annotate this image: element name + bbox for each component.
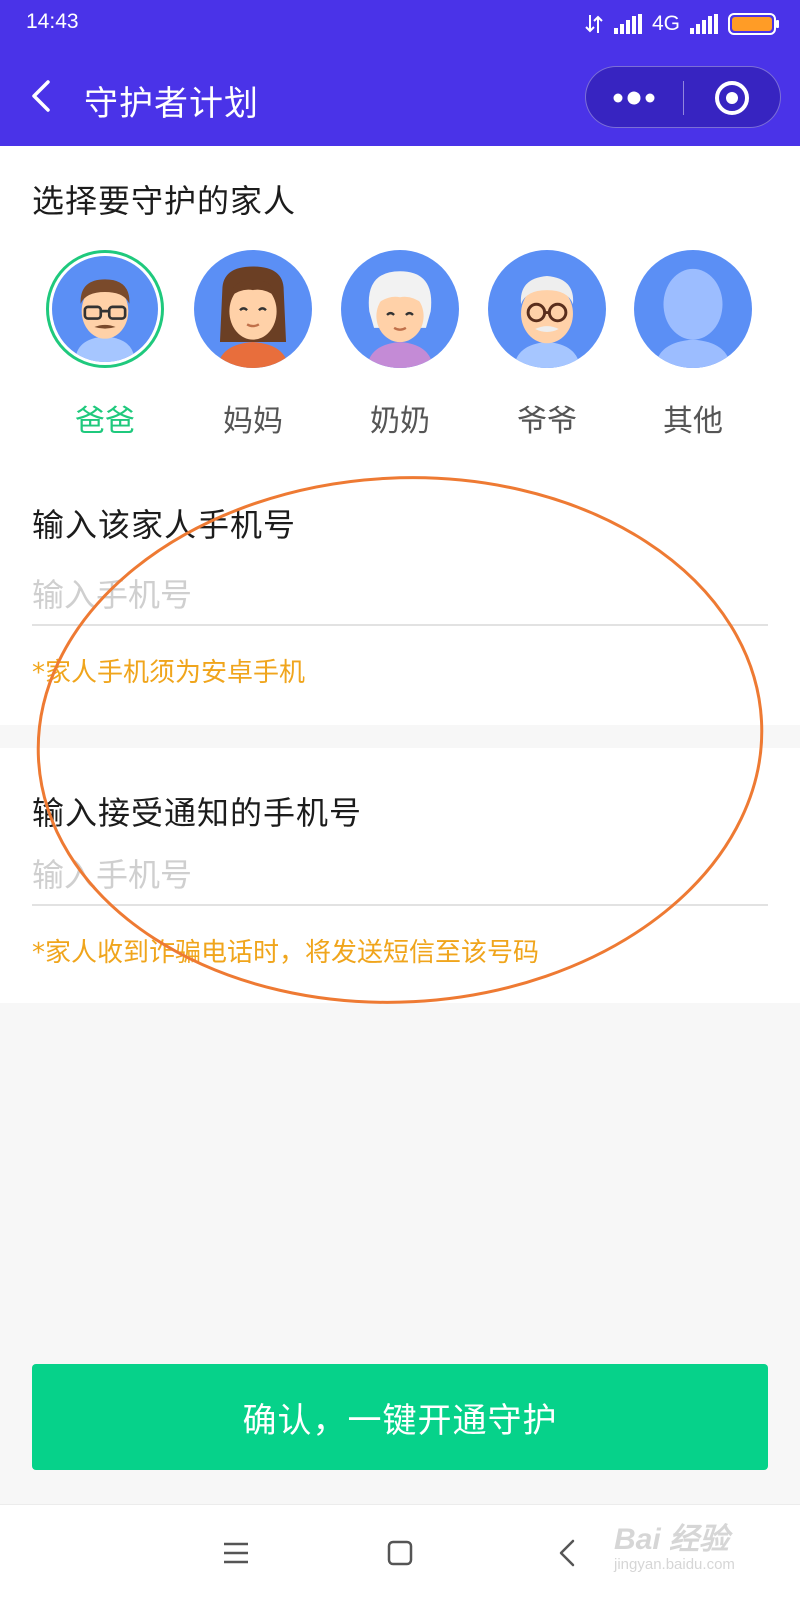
avatar-ring [194, 250, 312, 368]
avatar-name: 爸爸 [75, 404, 135, 439]
avatar-item-dad[interactable]: 爸爸 [40, 250, 170, 440]
more-dots-icon [613, 91, 655, 105]
mom-avatar-icon [194, 250, 312, 368]
more-button[interactable] [586, 67, 683, 129]
notify-phone-input[interactable] [32, 846, 768, 906]
target-close-icon [715, 81, 749, 115]
system-menu-button[interactable] [212, 1529, 260, 1577]
nav-bar: 守护者计划 [0, 48, 800, 146]
family-phone-label: 输入该家人手机号 [32, 506, 297, 544]
other-avatar-icon [634, 250, 752, 368]
avatar-ring [634, 250, 752, 368]
dad-avatar-icon [52, 256, 158, 362]
app-header: 14:43 4G 守护者计划 [0, 0, 800, 146]
avatar-name: 奶奶 [370, 404, 430, 439]
confirm-button[interactable]: 确认，一键开通守护 [32, 1364, 768, 1470]
avatar-name: 爷爷 [517, 404, 577, 439]
system-home-button[interactable] [376, 1529, 424, 1577]
avatar-item-mom[interactable]: 妈妈 [188, 250, 318, 440]
watermark-sub: jingyan.baidu.com [614, 1556, 735, 1573]
battery-fill [732, 17, 772, 31]
notify-phone-label: 输入接受通知的手机号 [32, 794, 363, 832]
status-bar: 14:43 4G [0, 0, 800, 48]
notify-phone-hint: *家人收到诈骗电话时，将发送短信至该号码 [32, 938, 540, 968]
data-transfer-icon [585, 15, 603, 33]
avatar-name: 其他 [663, 404, 723, 439]
family-phone-input[interactable] [32, 566, 768, 626]
family-phone-hint: *家人手机须为安卓手机 [32, 658, 306, 688]
chevron-left-icon [32, 80, 50, 112]
watermark-main: Bai 经验 [614, 1523, 730, 1556]
notify-phone-section: 输入接受通知的手机号 *家人收到诈骗电话时，将发送短信至该号码 [0, 748, 800, 1003]
mini-program-capsule [585, 66, 781, 128]
menu-icon [224, 1542, 248, 1564]
system-back-button[interactable] [544, 1529, 592, 1577]
status-time: 14:43 [26, 10, 79, 33]
avatar-ring [341, 250, 459, 368]
grandma-avatar-icon [341, 250, 459, 368]
page-title: 守护者计划 [84, 84, 259, 124]
baidu-jingyan-watermark: Bai 经验 jingyan.baidu.com [612, 1510, 792, 1590]
back-button[interactable] [22, 72, 62, 120]
avatar-name: 妈妈 [223, 404, 283, 439]
status-icons: 4G [584, 12, 779, 36]
family-phone-section: 输入该家人手机号 *家人手机须为安卓手机 [0, 440, 800, 725]
home-square-icon [387, 1540, 413, 1566]
family-select-section: 选择要守护的家人 爸爸 妈妈 奶奶 爷爷 其他 [0, 146, 800, 440]
network-type: 4G [651, 12, 680, 35]
grandpa-avatar-icon [488, 250, 606, 368]
back-triangle-icon [559, 1539, 575, 1567]
avatar-ring-selected [46, 250, 164, 368]
avatar-item-other[interactable]: 其他 [628, 250, 758, 440]
avatar-row: 爸爸 妈妈 奶奶 爷爷 其他 [0, 146, 800, 440]
avatar-item-grandma[interactable]: 奶奶 [335, 250, 465, 440]
battery-icon [728, 13, 779, 35]
avatar-ring [488, 250, 606, 368]
avatar-item-grandpa[interactable]: 爷爷 [482, 250, 612, 440]
signal-icon [613, 14, 642, 34]
close-button[interactable] [684, 67, 781, 129]
signal-icon-2 [690, 14, 718, 34]
